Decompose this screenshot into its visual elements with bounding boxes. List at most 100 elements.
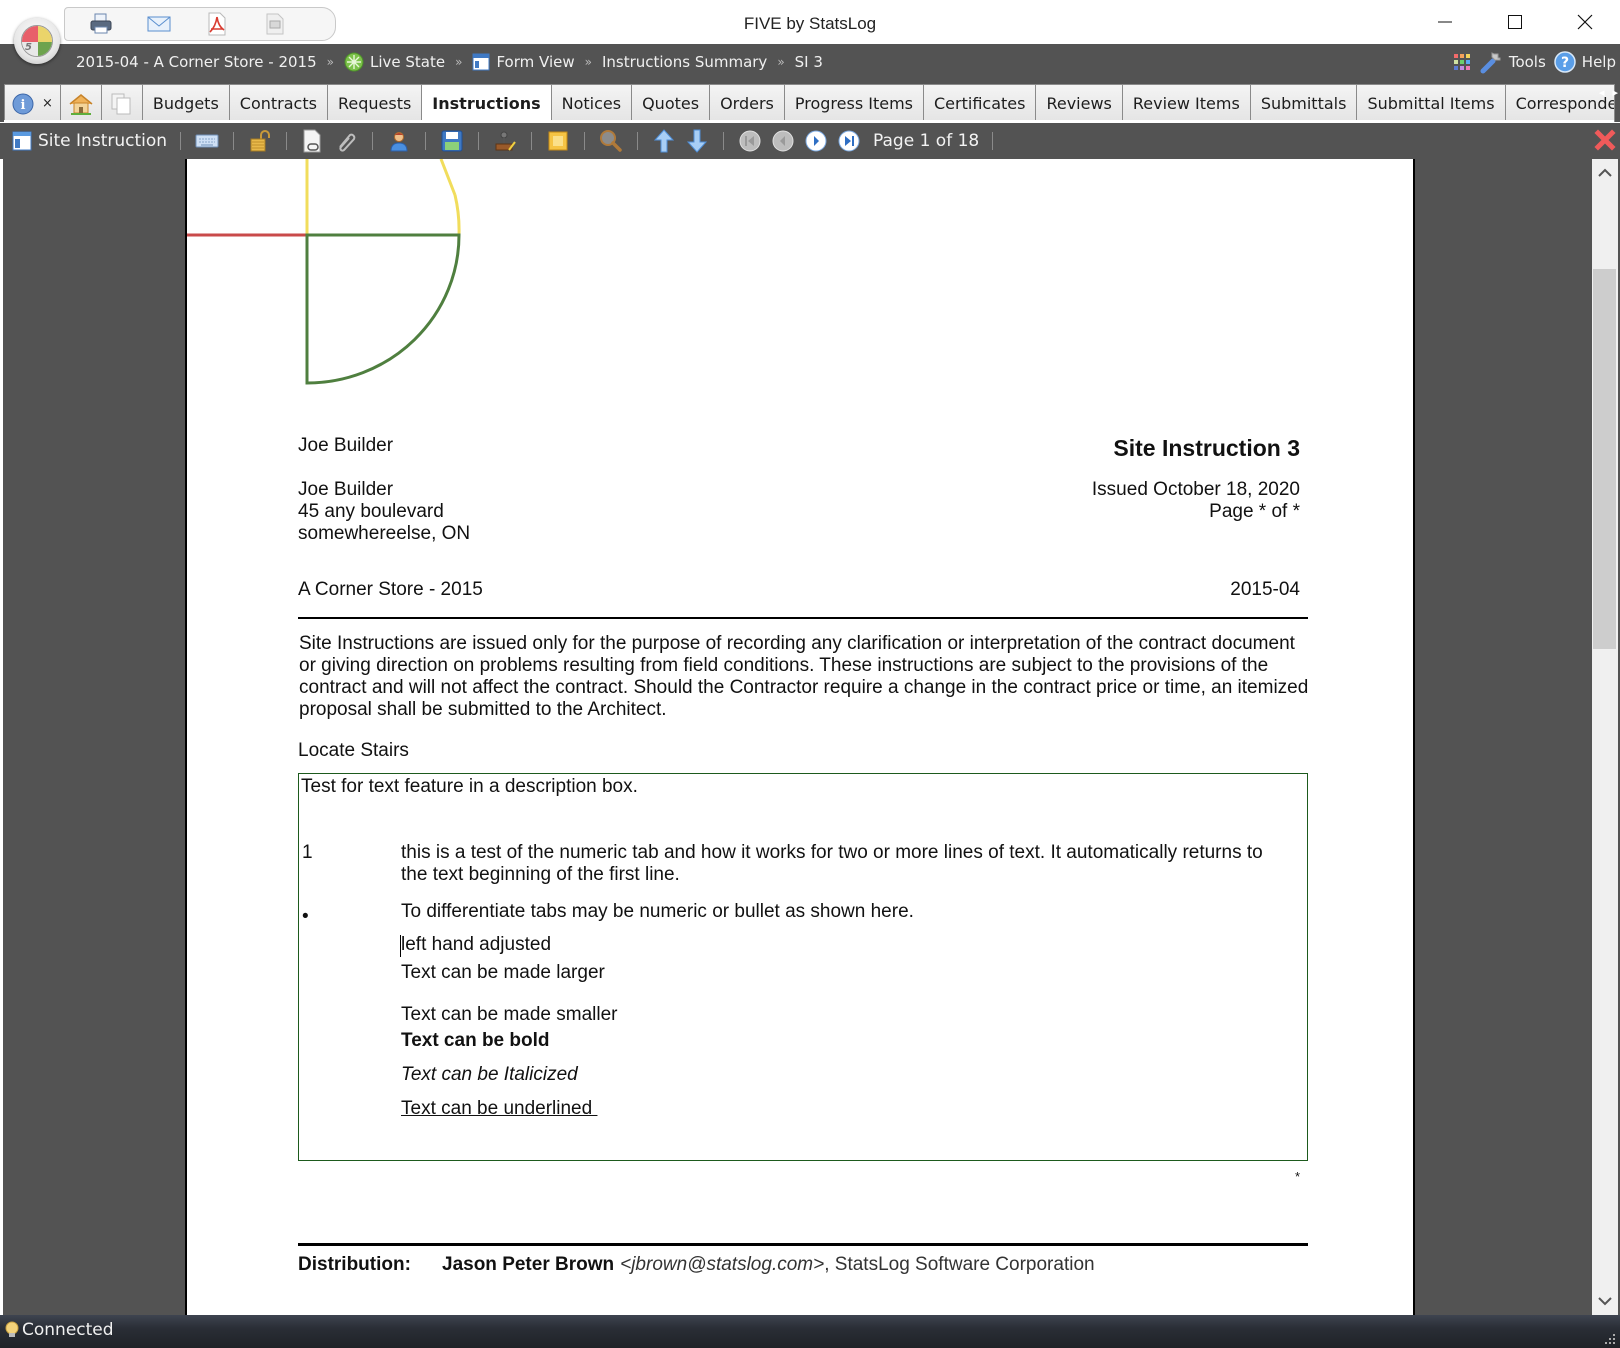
approve-stamp-button[interactable] [492,128,518,154]
tab-contracts[interactable]: Contracts [228,84,328,122]
tab-requests[interactable]: Requests [326,84,423,122]
tab-documents[interactable] [100,84,143,122]
scroll-down-button[interactable] [1592,1289,1618,1315]
save-button[interactable] [439,128,465,154]
sender-name: Joe Builder [298,435,394,456]
window-title: FIVE by StatsLog [743,14,877,33]
tab-scroll-right-icon[interactable]: ▸ [1612,86,1618,99]
toolbar-separator [233,132,235,150]
first-page-button[interactable] [737,128,763,154]
breadcrumb-separator: » [455,55,463,69]
breadcrumb-label: Live State [370,53,446,71]
form-view-icon [12,131,32,151]
tab-budgets[interactable]: Budgets [141,84,230,122]
issue-info: Issued October 18, 2020 Page * of * [1092,479,1300,523]
note-button[interactable] [545,128,571,154]
footnote-asterisk: * [1294,1169,1300,1184]
vertical-scrollbar[interactable] [1592,159,1618,1315]
toolbar-separator [478,132,480,150]
document-type-title: Site Instruction [38,131,168,151]
breadcrumb-form-view[interactable]: Form View [472,53,575,71]
breadcrumb-separator: » [777,55,785,69]
tools-button[interactable]: Tools [1479,50,1546,74]
apps-button[interactable] [1453,53,1471,71]
document-page: Joe Builder Joe Builder 45 any boulevard… [185,159,1415,1315]
tab-instructions[interactable]: Instructions [421,84,552,122]
description-intro: Test for text feature in a description b… [301,776,638,797]
svg-text:i: i [21,98,26,113]
toolbar-separator [992,132,994,150]
connection-status: Connected [22,1320,114,1340]
close-icon [1577,14,1593,30]
help-icon: ? [1554,51,1576,73]
apps-grid-icon [1453,54,1470,70]
app-menu-orb[interactable]: 5 [14,18,60,64]
tab-submittal-items[interactable]: Submittal Items [1356,84,1506,122]
breadcrumb-si-3[interactable]: SI 3 [795,53,823,71]
tab-review-items[interactable]: Review Items [1121,84,1251,122]
previous-page-icon [772,130,794,152]
lightbulb-icon [5,1321,19,1337]
tab-orders[interactable]: Orders [709,84,785,122]
toolbar-separator [425,132,427,150]
close-tab-icon[interactable]: × [42,96,53,111]
first-page-icon [739,130,761,152]
close-window-button[interactable] [1550,0,1620,44]
next-page-button[interactable] [803,128,829,154]
logo-yellow-arc [305,159,461,236]
tab-progress-items[interactable]: Progress Items [783,84,924,122]
toolbar-separator [584,132,586,150]
document-toolbar: Site Instruction Page 1 of 18 [0,123,1620,159]
minimize-button[interactable] [1410,0,1480,44]
document-link-icon [303,129,321,153]
logo-green-quadrant [305,233,461,385]
next-record-button[interactable] [684,128,710,154]
toolbar-separator [637,132,639,150]
paperclip-icon [339,133,356,152]
numbered-marker: 1 [302,842,313,863]
magnifier-icon [600,130,622,152]
tab-scroll-left-icon[interactable]: ◂ [1599,86,1605,99]
breadcrumb-instructions-summary[interactable]: Instructions Summary [602,53,767,71]
scrollbar-thumb[interactable] [1593,269,1616,649]
app-logo-icon: 5 [21,25,53,57]
breadcrumb: 2015-04 - A Corner Store - 2015 » Live S… [76,44,823,80]
close-document-button[interactable] [1594,129,1616,151]
home-icon [69,93,93,115]
attach-document-button[interactable] [300,128,326,154]
toolbar-separator [372,132,374,150]
breadcrumb-live-state[interactable]: Live State [344,52,445,72]
tab-reviews[interactable]: Reviews [1035,84,1123,122]
distribution-organization: , StatsLog Software Corporation [824,1254,1095,1275]
tab-notices[interactable]: Notices [550,84,633,122]
contacts-button[interactable] [386,128,412,154]
help-button[interactable]: ? Help [1554,51,1616,73]
issued-date: Issued October 18, 2020 [1091,479,1300,500]
attachment-button[interactable] [333,128,359,154]
tab-certificates[interactable]: Certificates [923,84,1037,122]
scroll-up-button[interactable] [1592,159,1618,185]
previous-page-button[interactable] [770,128,796,154]
last-page-button[interactable] [836,128,862,154]
breadcrumb-project[interactable]: 2015-04 - A Corner Store - 2015 [76,53,317,71]
maximize-button[interactable] [1480,0,1550,44]
tab-submittals[interactable]: Submittals [1249,84,1358,122]
recipient-address: Joe Builder 45 any boulevard somewhereel… [298,479,470,545]
window-controls [1410,0,1620,44]
documents-icon [111,93,131,114]
search-button[interactable] [598,128,624,154]
live-state-icon [344,52,364,72]
toolbar-separator [531,132,533,150]
tab-quotes[interactable]: Quotes [631,84,711,122]
keyboard-button[interactable] [194,128,220,154]
tab-home[interactable] [59,84,102,122]
tab-info[interactable]: i × [4,84,61,122]
distribution-name: Jason Peter Brown [442,1254,615,1275]
svg-text:?: ? [1561,55,1569,71]
status-bar: Connected [0,1315,1620,1348]
previous-record-button[interactable] [651,128,677,154]
resize-grip-icon[interactable] [1602,1331,1616,1345]
document-title: Site Instruction 3 [1113,435,1300,461]
unlock-button[interactable] [247,128,273,154]
chevron-down-icon [1598,1297,1612,1306]
